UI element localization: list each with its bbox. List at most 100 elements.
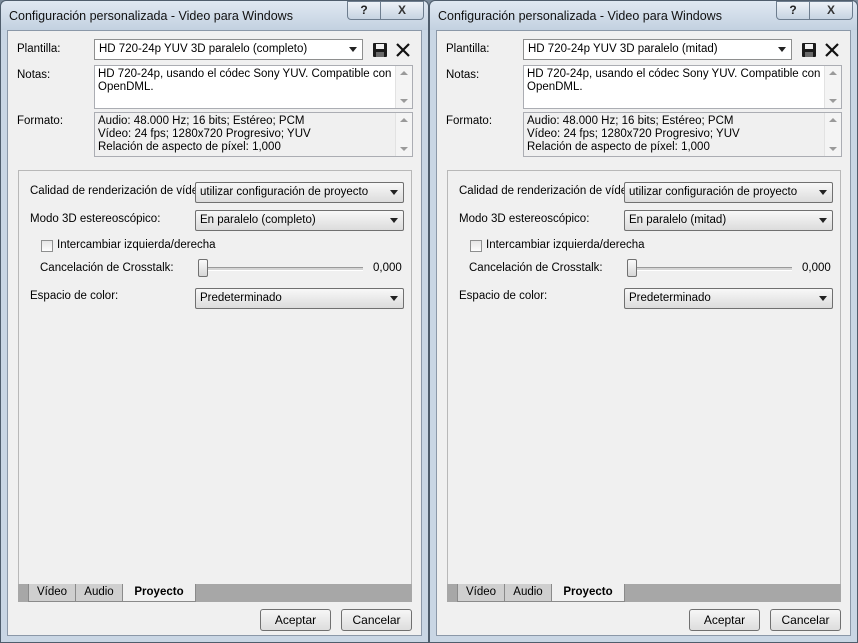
tab-proyecto[interactable]: Proyecto bbox=[551, 584, 625, 602]
dialog-window-right: Configuración personalizada - Video para… bbox=[429, 0, 858, 643]
espacio-value: Predeterminado bbox=[629, 292, 711, 304]
formato-label: Formato: bbox=[17, 115, 64, 127]
formato-textbox: Audio: 48.000 Hz; 16 bits; Estéreo; PCM … bbox=[523, 112, 842, 157]
intercambiar-checkbox[interactable] bbox=[41, 240, 53, 252]
scroll-down-icon[interactable] bbox=[400, 99, 408, 103]
tab-video[interactable]: Vídeo bbox=[457, 584, 505, 602]
crosstalk-value: 0,000 bbox=[802, 262, 831, 274]
plantilla-dropdown[interactable]: HD 720-24p YUV 3D paralelo (mitad) bbox=[523, 39, 792, 60]
scroll-up-icon[interactable] bbox=[400, 71, 408, 75]
modo3d-value: En paralelo (completo) bbox=[200, 214, 316, 226]
notas-text: HD 720-24p, usando el códec Sony YUV. Co… bbox=[527, 68, 821, 93]
plantilla-value: HD 720-24p YUV 3D paralelo (mitad) bbox=[528, 43, 718, 55]
floppy-disk-icon[interactable] bbox=[800, 41, 818, 59]
dialog-window-left: Configuración personalizada - Video para… bbox=[0, 0, 429, 643]
calidad-value: utilizar configuración de proyecto bbox=[200, 186, 369, 198]
calidad-label: Calidad de renderización de vídeo: bbox=[459, 185, 637, 197]
plantilla-label: Plantilla: bbox=[17, 43, 61, 55]
crosstalk-slider-thumb[interactable] bbox=[198, 259, 208, 277]
formato-textbox: Audio: 48.000 Hz; 16 bits; Estéreo; PCM … bbox=[94, 112, 413, 157]
tab-audio[interactable]: Audio bbox=[75, 584, 123, 602]
chevron-down-icon bbox=[819, 218, 827, 223]
notas-scrollbar[interactable] bbox=[395, 66, 412, 108]
modo3d-value: En paralelo (mitad) bbox=[629, 214, 727, 226]
chevron-down-icon bbox=[819, 296, 827, 301]
scroll-up-icon[interactable] bbox=[400, 118, 408, 122]
calidad-value: utilizar configuración de proyecto bbox=[629, 186, 798, 198]
formato-scrollbar[interactable] bbox=[824, 113, 841, 156]
crosstalk-label: Cancelación de Crosstalk: bbox=[469, 262, 603, 274]
formato-line: Audio: 48.000 Hz; 16 bits; Estéreo; PCM bbox=[527, 115, 734, 127]
scroll-up-icon[interactable] bbox=[829, 71, 837, 75]
dialog-client-area: Plantilla: HD 720-24p YUV 3D paralelo (c… bbox=[7, 30, 422, 636]
espacio-dropdown[interactable]: Predeterminado bbox=[195, 288, 404, 309]
calidad-label: Calidad de renderización de vídeo: bbox=[30, 185, 208, 197]
intercambiar-label[interactable]: Intercambiar izquierda/derecha bbox=[486, 239, 645, 251]
help-button[interactable]: ? bbox=[347, 1, 381, 20]
delete-x-icon[interactable] bbox=[394, 41, 412, 59]
crosstalk-label: Cancelación de Crosstalk: bbox=[40, 262, 174, 274]
scroll-down-icon[interactable] bbox=[400, 147, 408, 151]
formato-line: Vídeo: 24 fps; 1280x720 Progresivo; YUV bbox=[98, 128, 311, 140]
scroll-up-icon[interactable] bbox=[829, 118, 837, 122]
floppy-disk-icon[interactable] bbox=[371, 41, 389, 59]
plantilla-dropdown[interactable]: HD 720-24p YUV 3D paralelo (completo) bbox=[94, 39, 363, 60]
tab-audio[interactable]: Audio bbox=[504, 584, 552, 602]
notas-textbox[interactable]: HD 720-24p, usando el códec Sony YUV. Co… bbox=[523, 65, 842, 109]
modo3d-dropdown[interactable]: En paralelo (completo) bbox=[195, 210, 404, 231]
crosstalk-slider-track[interactable] bbox=[630, 267, 792, 271]
crosstalk-slider-thumb[interactable] bbox=[627, 259, 637, 277]
tab-strip: Vídeo Audio Proyecto bbox=[18, 584, 412, 602]
crosstalk-value: 0,000 bbox=[373, 262, 402, 274]
help-button[interactable]: ? bbox=[776, 1, 810, 20]
settings-panel: Calidad de renderización de vídeo: utili… bbox=[447, 170, 841, 588]
chevron-down-icon bbox=[778, 47, 786, 52]
formato-line: Vídeo: 24 fps; 1280x720 Progresivo; YUV bbox=[527, 128, 740, 140]
formato-label: Formato: bbox=[446, 115, 493, 127]
calidad-dropdown[interactable]: utilizar configuración de proyecto bbox=[624, 182, 833, 203]
intercambiar-label[interactable]: Intercambiar izquierda/derecha bbox=[57, 239, 216, 251]
espacio-dropdown[interactable]: Predeterminado bbox=[624, 288, 833, 309]
tab-strip: Vídeo Audio Proyecto bbox=[447, 584, 841, 602]
chevron-down-icon bbox=[390, 190, 398, 195]
scroll-down-icon[interactable] bbox=[829, 99, 837, 103]
plantilla-label: Plantilla: bbox=[446, 43, 490, 55]
tab-proyecto[interactable]: Proyecto bbox=[122, 584, 196, 602]
espacio-label: Espacio de color: bbox=[459, 290, 548, 302]
crosstalk-slider-track[interactable] bbox=[201, 267, 363, 271]
cancelar-button[interactable]: Cancelar bbox=[341, 609, 412, 631]
dialog-client-area: Plantilla: HD 720-24p YUV 3D paralelo (m… bbox=[436, 30, 851, 636]
chevron-down-icon bbox=[390, 296, 398, 301]
chevron-down-icon bbox=[390, 218, 398, 223]
chevron-down-icon bbox=[819, 190, 827, 195]
espacio-value: Predeterminado bbox=[200, 292, 282, 304]
calidad-dropdown[interactable]: utilizar configuración de proyecto bbox=[195, 182, 404, 203]
tab-video[interactable]: Vídeo bbox=[28, 584, 76, 602]
formato-scrollbar[interactable] bbox=[395, 113, 412, 156]
plantilla-value: HD 720-24p YUV 3D paralelo (completo) bbox=[99, 43, 308, 55]
delete-x-icon[interactable] bbox=[823, 41, 841, 59]
formato-line: Relación de aspecto de píxel: 1,000 bbox=[98, 141, 281, 153]
intercambiar-checkbox[interactable] bbox=[470, 240, 482, 252]
notas-textbox[interactable]: HD 720-24p, usando el códec Sony YUV. Co… bbox=[94, 65, 413, 109]
window-title: Configuración personalizada - Video para… bbox=[9, 9, 293, 23]
cancelar-button[interactable]: Cancelar bbox=[770, 609, 841, 631]
close-button[interactable]: X bbox=[809, 1, 853, 20]
title-bar[interactable]: Configuración personalizada - Video para… bbox=[430, 1, 857, 30]
chevron-down-icon bbox=[349, 47, 357, 52]
formato-line: Relación de aspecto de píxel: 1,000 bbox=[527, 141, 710, 153]
settings-panel: Calidad de renderización de vídeo: utili… bbox=[18, 170, 412, 588]
modo3d-label: Modo 3D estereoscópico: bbox=[30, 213, 161, 225]
window-title: Configuración personalizada - Video para… bbox=[438, 9, 722, 23]
espacio-label: Espacio de color: bbox=[30, 290, 119, 302]
aceptar-button[interactable]: Aceptar bbox=[689, 609, 760, 631]
notas-scrollbar[interactable] bbox=[824, 66, 841, 108]
modo3d-dropdown[interactable]: En paralelo (mitad) bbox=[624, 210, 833, 231]
aceptar-button[interactable]: Aceptar bbox=[260, 609, 331, 631]
close-button[interactable]: X bbox=[380, 1, 424, 20]
title-bar[interactable]: Configuración personalizada - Video para… bbox=[1, 1, 428, 30]
notas-label: Notas: bbox=[446, 69, 480, 81]
notas-label: Notas: bbox=[17, 69, 51, 81]
scroll-down-icon[interactable] bbox=[829, 147, 837, 151]
formato-line: Audio: 48.000 Hz; 16 bits; Estéreo; PCM bbox=[98, 115, 305, 127]
